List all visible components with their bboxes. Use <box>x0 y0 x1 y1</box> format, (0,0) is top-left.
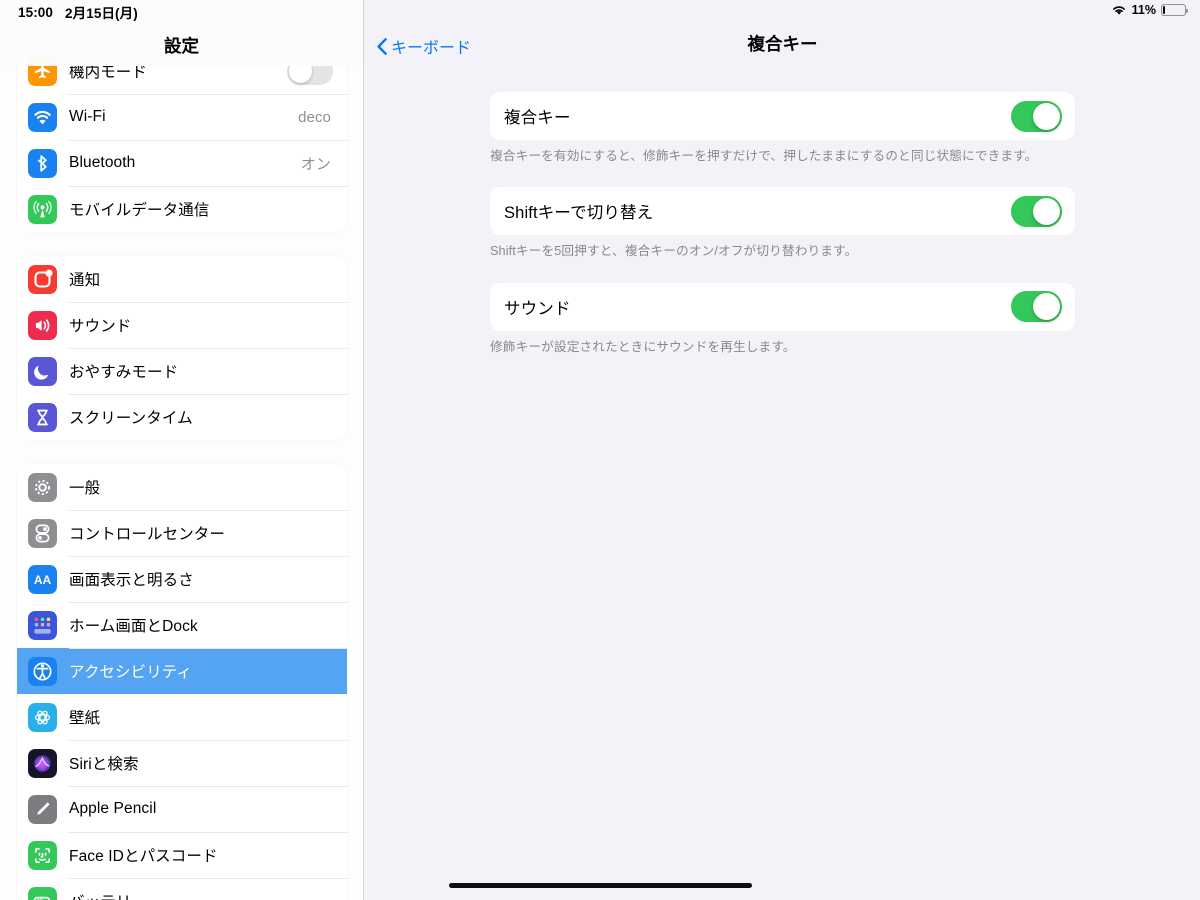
sidebar-item-label: コントロールセンター <box>69 526 226 543</box>
sidebar-item-battery[interactable]: バッテリー <box>17 878 347 900</box>
settings-row-label: Shiftキーで切り替え <box>504 204 654 223</box>
sidebar-item-label: アクセシビリティ <box>69 664 193 681</box>
settings-footnote: 複合キーを有効にすると、修飾キーを押すだけで、押したままにするのと同じ状態にでき… <box>490 149 1038 163</box>
sidebar-item-label: バッテリー <box>69 890 147 900</box>
sidebar-scroll-area[interactable]: 機内モード Wi-Fi deco Bluetooth オン モバイルデータ通信 通知… <box>0 0 363 900</box>
sidebar-item-gear[interactable]: 一般 <box>17 464 347 510</box>
sidebar-item-moon[interactable]: おやすみモード <box>17 348 347 394</box>
settings-row-label: サウンド <box>504 299 571 318</box>
settings-footnote: Shiftキーを5回押すと、複合キーのオン/オフが切り替わります。 <box>490 244 858 259</box>
sidebar-item-label: Apple Pencil <box>69 800 157 817</box>
toggle-knob <box>1033 197 1060 225</box>
sidebar-item-apple-pencil[interactable]: Apple Pencil <box>17 786 347 832</box>
sidebar-group: 機内モード Wi-Fi deco Bluetooth オン モバイルデータ通信 <box>17 48 347 232</box>
sidebar-item-label: ホーム画面とDock <box>69 618 198 635</box>
settings-row[interactable]: 複合キー <box>490 92 1075 140</box>
sidebar-item-label: Bluetooth <box>69 154 136 171</box>
sidebar-item-label: 通知 <box>69 272 101 289</box>
settings-row-toggle[interactable] <box>1011 100 1062 132</box>
sidebar-item-home-screen-dock[interactable]: ホーム画面とDock <box>17 602 347 648</box>
hourglass-icon <box>28 402 57 432</box>
toggle-knob <box>1033 293 1060 321</box>
sidebar-item-label: モバイルデータ通信 <box>69 202 210 219</box>
sidebar-item-value: オン <box>300 155 331 173</box>
detail-title: 複合キー <box>747 34 818 54</box>
control-center-icon <box>28 518 57 548</box>
sidebar-group: 通知 サウンド おやすみモード スクリーンタイム <box>17 256 347 440</box>
settings-row-toggle[interactable] <box>1011 291 1062 323</box>
detail-pane: 複合キー複合キーを有効にすると、修飾キーを押すだけで、押したままにするのと同じ状… <box>365 0 1200 900</box>
accessibility-icon <box>28 656 57 686</box>
page-title: 設定 <box>164 36 199 56</box>
settings-card: Shiftキーで切り替え <box>490 187 1075 236</box>
sidebar-item-label: 壁紙 <box>69 710 101 727</box>
wallpaper-icon <box>28 702 57 732</box>
sidebar-item-hourglass[interactable]: スクリーンタイム <box>17 394 347 440</box>
settings-card: 複合キー <box>490 92 1075 140</box>
display-brightness-icon: AA <box>28 564 57 594</box>
sidebar-item-label: Wi-Fi <box>69 108 106 125</box>
battery-icon <box>28 886 57 900</box>
sidebar-item-speaker[interactable]: サウンド <box>17 302 347 348</box>
sidebar-item-label: おやすみモード <box>69 364 179 381</box>
gear-icon <box>28 472 57 502</box>
moon-icon <box>28 356 57 386</box>
sidebar-item-wifi[interactable]: Wi-Fi deco <box>17 94 347 140</box>
face-id-icon <box>28 840 57 870</box>
sidebar-item-label: サウンド <box>69 318 132 335</box>
apple-pencil-icon <box>28 794 57 824</box>
sidebar-item-control-center[interactable]: コントロールセンター <box>17 510 347 556</box>
sidebar-item-notifications[interactable]: 通知 <box>17 256 347 302</box>
sidebar-item-wallpaper[interactable]: 壁紙 <box>17 694 347 740</box>
settings-row[interactable]: サウンド <box>490 283 1075 331</box>
speaker-icon <box>28 310 57 340</box>
svg-text:AA: AA <box>34 573 52 587</box>
sidebar-item-siri[interactable]: Siriと検索 <box>17 740 347 786</box>
sidebar-item-bluetooth[interactable]: Bluetooth オン <box>17 140 347 186</box>
sidebar-group: 一般 コントロールセンター AA 画面表示と明るさ ホーム画面とDock アクセシ… <box>17 464 347 900</box>
detail-navigation-bar: キーボード 複合キー <box>365 0 1200 66</box>
sidebar-item-label: Face IDとパスコード <box>69 848 218 865</box>
bluetooth-icon <box>28 148 57 178</box>
settings-row-toggle[interactable] <box>1011 195 1062 227</box>
settings-footnote: 修飾キーが設定されたときにサウンドを再生します。 <box>490 339 796 354</box>
sidebar-item-label: 画面表示と明るさ <box>69 572 194 589</box>
settings-row[interactable]: Shiftキーで切り替え <box>490 187 1075 235</box>
home-screen-dock-icon <box>28 610 57 640</box>
cellular-antenna-icon <box>28 194 57 224</box>
settings-sidebar: 機内モード Wi-Fi deco Bluetooth オン モバイルデータ通信 通知… <box>0 0 364 900</box>
notifications-icon <box>28 264 57 294</box>
sidebar-item-label: 一般 <box>69 480 101 497</box>
toggle-knob <box>1033 102 1060 130</box>
sidebar-header: 設定 <box>0 0 363 66</box>
sidebar-item-cellular-antenna[interactable]: モバイルデータ通信 <box>17 186 347 232</box>
sidebar-item-label: Siriと検索 <box>69 756 139 773</box>
settings-card: サウンド <box>490 282 1075 331</box>
sidebar-item-value: deco <box>298 108 331 126</box>
detail-content: 複合キー複合キーを有効にすると、修飾キーを押すだけで、押したままにするのと同じ状… <box>365 66 1200 900</box>
home-indicator <box>449 883 752 888</box>
siri-icon <box>28 748 57 778</box>
sidebar-item-face-id[interactable]: Face IDとパスコード <box>17 832 347 878</box>
ipad-settings-screen: 機内モード Wi-Fi deco Bluetooth オン モバイルデータ通信 通知… <box>0 0 1200 900</box>
sidebar-item-display-brightness[interactable]: AA 画面表示と明るさ <box>17 556 347 602</box>
settings-row-label: 複合キー <box>504 109 571 127</box>
sidebar-item-accessibility[interactable]: アクセシビリティ <box>17 648 347 694</box>
sidebar-item-label: スクリーンタイム <box>69 410 193 427</box>
wifi-icon <box>28 102 57 132</box>
